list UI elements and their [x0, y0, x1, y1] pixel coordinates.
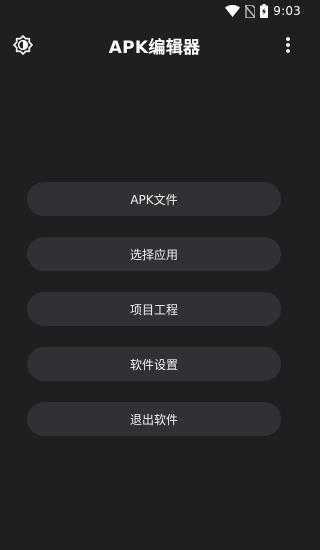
projects-button[interactable]: 项目工程 [27, 292, 281, 326]
exit-button[interactable]: 退出软件 [27, 402, 281, 436]
select-app-button[interactable]: 选择应用 [27, 237, 281, 271]
apk-file-button[interactable]: APK文件 [27, 182, 281, 216]
status-icons: 9:03 [225, 3, 301, 19]
app-title: APK编辑器 [108, 38, 201, 58]
status-bar: 9:03 [0, 0, 309, 22]
app-bar: APK编辑器 [0, 22, 309, 68]
main-menu: APK文件 选择应用 项目工程 软件设置 退出软件 [27, 182, 281, 457]
wifi-icon [225, 5, 241, 17]
battery-charging-icon [260, 4, 269, 18]
status-time: 9:03 [273, 4, 301, 18]
more-vert-icon[interactable] [277, 34, 299, 56]
settings-button[interactable]: 软件设置 [27, 347, 281, 381]
no-sim-icon [245, 4, 256, 18]
screen: 9:03 APK编辑器 APK文件 选择应用 项目工程 软件设置 退出软件 [0, 0, 309, 550]
